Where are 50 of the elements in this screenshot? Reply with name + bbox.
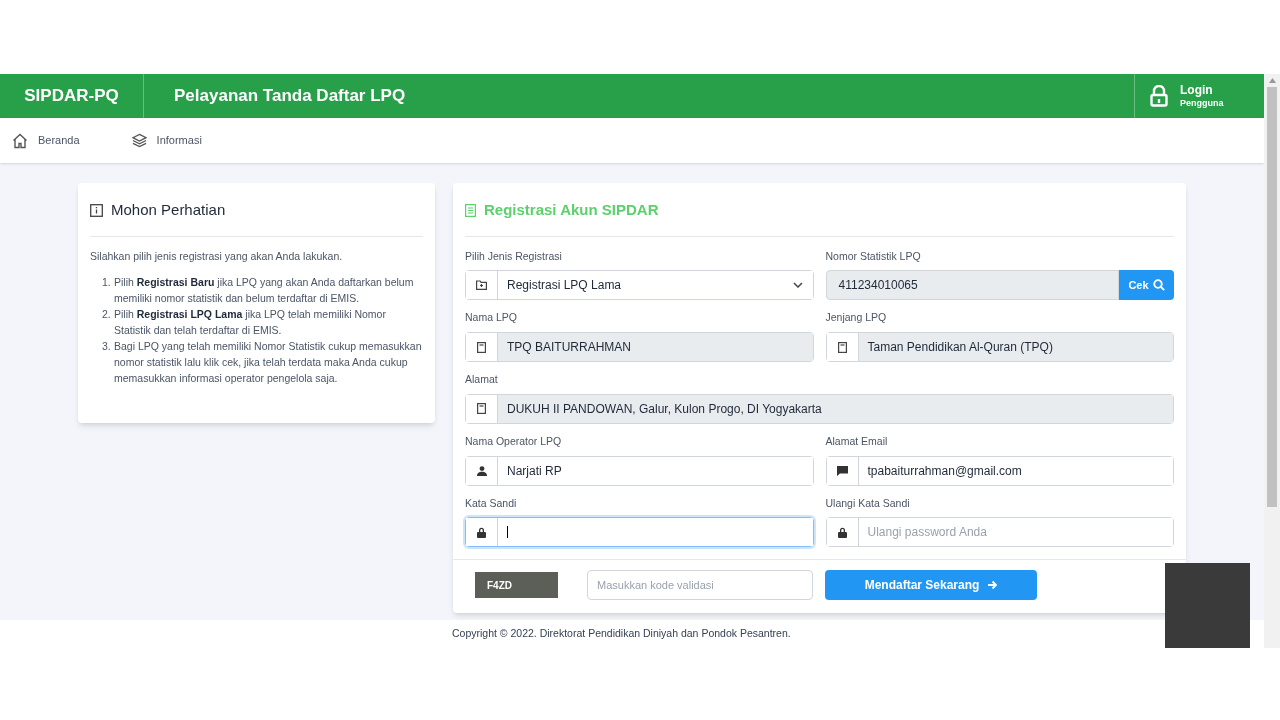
field-label: Nomor Statistik LPQ: [825, 248, 922, 264]
nav-link[interactable]: Beranda: [38, 132, 80, 149]
input-field[interactable]: tpabaiturrahman@gmail.com: [825, 455, 1174, 486]
document-icon: [477, 341, 486, 353]
registration-type-dropdown[interactable]: Registrasi LPQ Lama: [465, 270, 814, 301]
lock-icon: [477, 526, 486, 538]
document-icon: [477, 403, 486, 415]
card-title: Registrasi Akun SIPDAR: [484, 200, 659, 220]
layers-icon: [131, 133, 147, 148]
document-icon: [837, 341, 847, 353]
captcha-image: F4ZD: [475, 572, 558, 599]
field-label: Pilih Jenis Registrasi: [465, 248, 563, 264]
input-field[interactable]: Narjati RP: [465, 455, 814, 486]
password-input-field[interactable]: [465, 517, 814, 548]
user-icon: [476, 465, 487, 476]
input-field[interactable]: Taman Pendidikan Al-Quran (TPQ): [825, 332, 1174, 362]
home-icon: [12, 132, 28, 149]
field-label: Alamat Email: [825, 433, 889, 449]
field-label: Nama Operator LPQ: [465, 433, 563, 449]
arrow-right-icon: [987, 580, 998, 591]
captcha-input-field[interactable]: Masukkan kode validasi: [587, 570, 813, 601]
list-number: 3.: [102, 339, 112, 355]
statistic-number-field[interactable]: 411234010065: [825, 270, 1119, 301]
folder-icon: [476, 280, 487, 291]
page-title: Pelayanan Tanda Daftar LPQ: [173, 85, 407, 108]
field-label: Nama LPQ: [465, 310, 518, 326]
lock-icon: [1150, 85, 1168, 107]
card-title: Mohon Perhatian: [111, 200, 226, 220]
intro-text: Silahkan pilih jenis registrasi yang akan Anda lakukan.: [90, 248, 344, 264]
field-label: Alamat: [465, 372, 499, 387]
list-number: 2.: [102, 307, 112, 323]
lock-icon: [837, 526, 847, 538]
input-field[interactable]: DUKUH II PANDOWAN, Galur, Kulon Progo, DI Yogyakarta: [465, 393, 1174, 424]
chevron-down-icon: [792, 282, 803, 289]
scroll-up-icon[interactable]: [1268, 78, 1276, 83]
nav-link[interactable]: Informasi: [156, 132, 202, 149]
instruction-text: Pilih Registrasi LPQ Lama jika LPQ telah memiliki Nomor Statistik dan telah terdaftar di EMIS.: [114, 307, 387, 339]
input-field[interactable]: TPQ BAITURRAHMAN: [465, 332, 814, 362]
scrollbar[interactable]: [1264, 74, 1280, 648]
info-icon: [90, 203, 103, 217]
field-label: Kata Sandi: [465, 495, 518, 511]
search-icon: [1152, 279, 1165, 292]
list-number: 1.: [102, 275, 112, 291]
copyright-text: Copyright © 2022. Direktorat Pendidikan Diniyah dan Pondok Pesantren.: [452, 626, 791, 642]
instruction-text: Bagi LPQ yang telah memiliki Nomor Statistik cukup memasukkan nomor statistik lalu klik cek, jika telah terdata maka Anda cukup memasukkan informasi operator pengelola saja.: [114, 339, 423, 387]
field-label: Jenjang LPQ: [825, 310, 888, 326]
message-icon: [836, 465, 848, 476]
instruction-text: Pilih Registrasi Baru jika LPQ yang akan Anda daftarkan belum memiliki nomor statistik dan belum terdaftar di EMIS.: [114, 275, 415, 307]
field-label: Ulangi Kata Sandi: [825, 495, 911, 511]
form-icon: [465, 203, 476, 217]
